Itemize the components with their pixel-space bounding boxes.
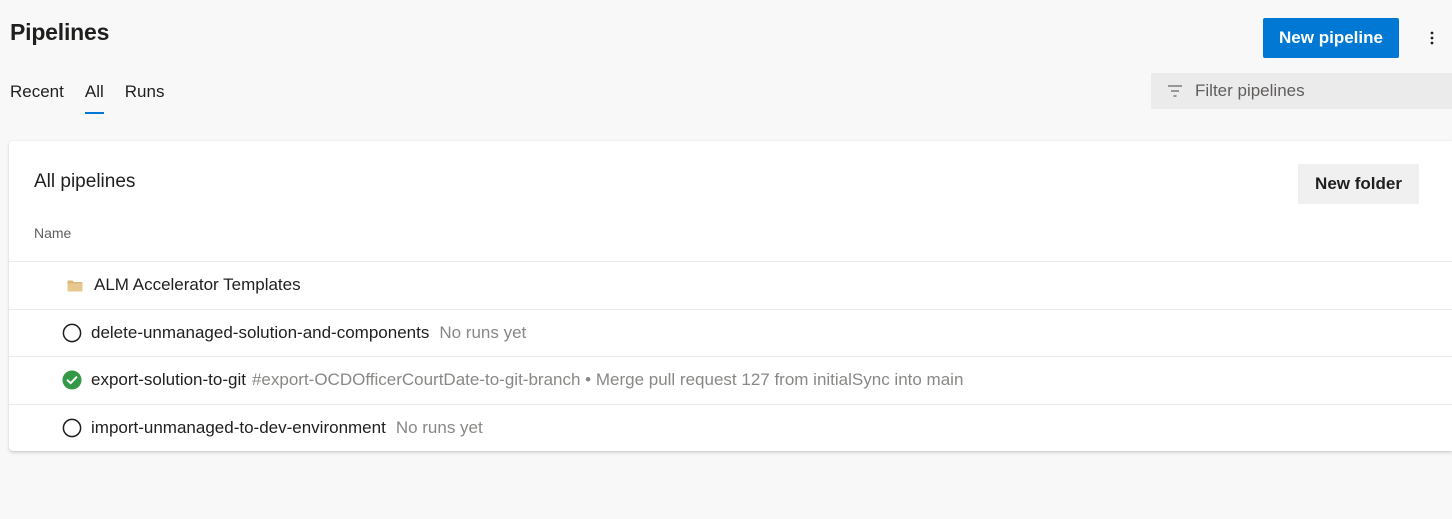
pipeline-name[interactable]: delete-unmanaged-solution-and-components [91, 323, 429, 343]
pipeline-status-text: No runs yet [395, 417, 483, 437]
pipeline-name[interactable]: export-solution-to-git [91, 370, 246, 390]
list-item-pipeline[interactable]: export-solution-to-git #export-OCDOffice… [9, 356, 1452, 404]
more-vertical-icon [1430, 31, 1434, 45]
not-run-circle-icon [62, 418, 82, 437]
last-run-detail[interactable]: #export-OCDOfficerCourtDate-to-git-branc… [252, 370, 963, 390]
page-title: Pipelines [10, 19, 110, 45]
new-folder-button[interactable]: New folder [1298, 164, 1419, 204]
not-run-circle-icon [62, 323, 82, 342]
filter-icon [1168, 85, 1182, 97]
pipeline-list: ALM Accelerator Templates delete-unmanag… [9, 261, 1452, 451]
more-actions-button[interactable] [1418, 26, 1446, 50]
list-item-folder[interactable]: ALM Accelerator Templates [9, 261, 1452, 309]
tab-all[interactable]: All [84, 82, 104, 114]
list-item-pipeline[interactable]: import-unmanaged-to-dev-environment No r… [9, 403, 1452, 452]
pipeline-name[interactable]: import-unmanaged-to-dev-environment [91, 418, 386, 438]
pipeline-status-text: No runs yet [439, 322, 527, 342]
filter-input[interactable] [1195, 81, 1445, 101]
tab-bar: Recent All Runs [10, 82, 164, 114]
column-header-name: Name [34, 225, 72, 241]
success-check-icon [62, 370, 82, 390]
tab-recent[interactable]: Recent [10, 82, 64, 114]
pipelines-card: All pipelines New folder Name ALM Accele… [9, 141, 1452, 451]
card-title: All pipelines [34, 171, 136, 192]
folder-name[interactable]: ALM Accelerator Templates [94, 275, 301, 295]
filter-box[interactable] [1151, 73, 1452, 109]
folder-icon [67, 280, 83, 292]
tab-runs[interactable]: Runs [125, 82, 165, 114]
list-item-pipeline[interactable]: delete-unmanaged-solution-and-components… [9, 308, 1452, 357]
new-pipeline-button[interactable]: New pipeline [1263, 18, 1399, 58]
